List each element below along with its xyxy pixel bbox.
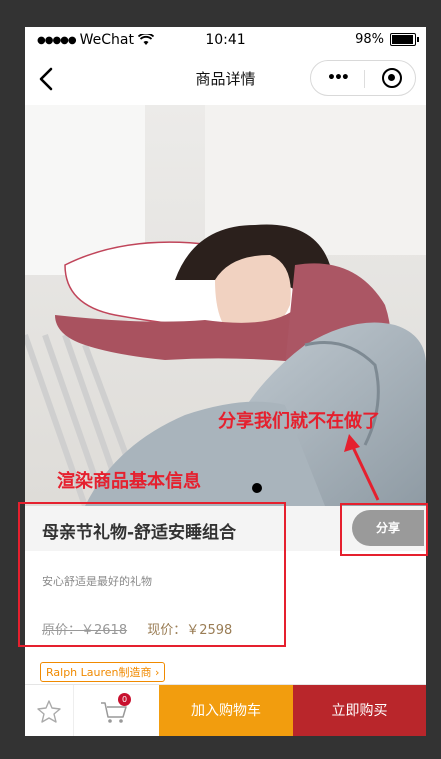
star-icon xyxy=(37,700,61,723)
status-bar: ●●●●● WeChat 10:41 98% xyxy=(25,27,426,53)
bottom-action-bar: 0 加入购物车 立即购买 xyxy=(25,684,426,736)
miniprogram-capsule: ••• xyxy=(310,60,416,96)
render-annotation: 渲染商品基本信息 xyxy=(57,471,201,492)
capsule-divider xyxy=(364,70,365,88)
share-highlight-box xyxy=(340,503,428,556)
cart-icon xyxy=(101,702,127,723)
share-annotation: 分享我们就不在做了 xyxy=(218,411,380,432)
nav-bar: 商品详情 ••• xyxy=(25,53,426,105)
more-icon[interactable]: ••• xyxy=(327,70,350,86)
battery-percent: 98% xyxy=(355,32,384,47)
add-to-cart-button[interactable]: 加入购物车 xyxy=(159,685,293,736)
product-image xyxy=(25,105,426,506)
cart-button[interactable]: 0 xyxy=(73,685,159,736)
brand-label: Ralph Lauren制造商 xyxy=(46,666,152,679)
chevron-right-icon: › xyxy=(155,666,160,679)
status-right: 98% xyxy=(355,32,419,47)
info-highlight-box xyxy=(18,502,286,647)
close-miniprogram-icon[interactable] xyxy=(382,68,402,88)
buy-now-button[interactable]: 立即购买 xyxy=(293,685,426,736)
carousel-indicator-dot[interactable] xyxy=(252,483,262,493)
favorite-button[interactable] xyxy=(25,685,74,736)
cart-count-badge: 0 xyxy=(118,693,131,706)
brand-tag[interactable]: Ralph Lauren制造商 › xyxy=(40,662,166,682)
sleeping-woman-photo xyxy=(25,105,426,506)
battery-icon xyxy=(390,33,419,46)
